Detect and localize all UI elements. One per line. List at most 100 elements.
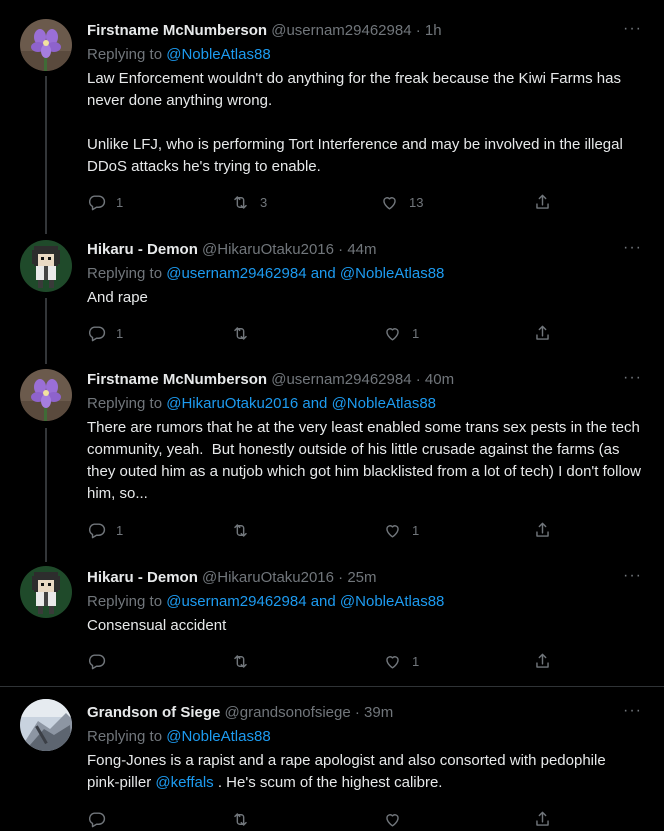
timestamp[interactable]: 39m xyxy=(364,704,393,721)
tweet-actions: 1 1 xyxy=(87,321,557,345)
like-button[interactable]: 1 xyxy=(383,518,419,542)
reply-button[interactable]: 1 xyxy=(87,518,123,542)
tweet-text: Consensual accident xyxy=(87,617,227,634)
replying-prefix: Replying to xyxy=(87,265,167,282)
tweet-text: There are rumors that he at the very lea… xyxy=(87,419,646,502)
mention-link[interactable]: @usernam29462984 xyxy=(166,265,306,282)
tweet[interactable]: Hikaru - Demon @HikaruOtaku2016 · 44m ··… xyxy=(0,230,664,360)
mention-link[interactable]: @NobleAtlas88 xyxy=(332,395,436,412)
share-icon xyxy=(536,194,549,209)
like-count: 1 xyxy=(412,325,420,341)
like-button[interactable]: 13 xyxy=(380,190,423,214)
tweet-text: Fong-Jones is a rapist and a rape apolog… xyxy=(87,750,642,794)
reply-count: 1 xyxy=(116,194,124,210)
replying-prefix: Replying to xyxy=(87,46,167,63)
heart-icon xyxy=(386,655,399,669)
reply-button[interactable]: 1 xyxy=(87,190,123,214)
mention-link[interactable]: @usernam29462984 xyxy=(166,593,306,610)
reply-count: 1 xyxy=(116,325,124,341)
reply-button[interactable]: 1 xyxy=(87,321,123,345)
heart-icon xyxy=(383,196,396,210)
reply-button[interactable] xyxy=(87,807,106,831)
avatar[interactable] xyxy=(20,19,72,71)
retweet-icon xyxy=(234,812,247,826)
tweet-actions xyxy=(87,807,557,831)
author-name[interactable]: Firstname McNumberson xyxy=(87,371,267,388)
reply-icon xyxy=(88,522,106,538)
mention-link[interactable]: @NobleAtlas88 xyxy=(340,265,444,282)
timestamp[interactable]: 1h xyxy=(425,22,442,39)
replying-and: and xyxy=(306,593,340,610)
retweet-button[interactable]: 3 xyxy=(231,190,267,214)
share-icon xyxy=(536,653,549,668)
heart-icon xyxy=(386,327,399,341)
tweet[interactable]: Firstname McNumberson @usernam29462984 ·… xyxy=(0,360,664,558)
more-options-icon[interactable]: ··· xyxy=(623,567,642,585)
author-name[interactable]: Hikaru - Demon xyxy=(87,241,198,258)
like-count: 1 xyxy=(412,653,420,669)
tweet-text: And rape xyxy=(87,289,148,306)
author-handle[interactable]: @usernam29462984 xyxy=(271,22,411,39)
author-handle[interactable]: @grandsonofsiege xyxy=(225,704,351,721)
replying-and: and xyxy=(306,265,340,282)
more-options-icon[interactable]: ··· xyxy=(623,239,642,257)
retweet-button[interactable] xyxy=(231,321,260,345)
mention-link[interactable]: @NobleAtlas88 xyxy=(166,728,270,745)
like-button[interactable] xyxy=(383,807,402,831)
retweet-button[interactable] xyxy=(231,649,260,673)
avatar[interactable] xyxy=(20,566,72,618)
replying-to: Replying to @HikaruOtaku2016 and @NobleA… xyxy=(87,394,642,414)
share-button[interactable] xyxy=(533,321,552,345)
avatar[interactable] xyxy=(20,240,72,292)
author-handle[interactable]: @usernam29462984 xyxy=(271,371,411,388)
like-button[interactable]: 1 xyxy=(383,649,419,673)
author-name[interactable]: Firstname McNumberson xyxy=(87,22,267,39)
share-button[interactable] xyxy=(533,518,552,542)
replying-prefix: Replying to xyxy=(87,728,167,745)
share-button[interactable] xyxy=(533,190,552,214)
mention-link[interactable]: @HikaruOtaku2016 xyxy=(166,395,298,412)
author-name[interactable]: Grandson of Siege xyxy=(87,704,220,721)
more-options-icon[interactable]: ··· xyxy=(623,369,642,387)
share-icon xyxy=(536,811,549,826)
reply-icon xyxy=(88,811,106,827)
share-icon xyxy=(536,325,549,340)
mention-link[interactable]: @NobleAtlas88 xyxy=(166,46,270,63)
tweet[interactable]: Grandson of Siege @grandsonofsiege · 39m… xyxy=(0,687,664,829)
replying-to: Replying to @NobleAtlas88 xyxy=(87,727,642,747)
reply-count: 1 xyxy=(116,522,124,538)
photo-avatar-image xyxy=(20,699,72,751)
more-options-icon[interactable]: ··· xyxy=(623,20,642,38)
timestamp[interactable]: 40m xyxy=(425,371,454,388)
share-button[interactable] xyxy=(533,807,552,831)
reply-icon xyxy=(88,194,106,210)
like-button[interactable]: 1 xyxy=(383,321,419,345)
author-name[interactable]: Hikaru - Demon xyxy=(87,569,198,586)
heart-icon xyxy=(386,524,399,538)
avatar[interactable] xyxy=(20,369,72,421)
timestamp[interactable]: 44m xyxy=(347,241,376,258)
tweet-text: Law Enforcement wouldn't do anything for… xyxy=(87,70,623,175)
mention-link[interactable]: @NobleAtlas88 xyxy=(340,593,444,610)
more-options-icon[interactable]: ··· xyxy=(623,702,642,720)
tweet-actions: 1 xyxy=(87,649,557,673)
timestamp[interactable]: 25m xyxy=(347,569,376,586)
tweet[interactable]: Hikaru - Demon @HikaruOtaku2016 · 25m ··… xyxy=(0,558,664,686)
reply-button[interactable] xyxy=(87,649,116,673)
replying-prefix: Replying to xyxy=(87,395,167,412)
avatar[interactable] xyxy=(20,699,72,751)
retweet-button[interactable] xyxy=(231,518,260,542)
retweet-icon xyxy=(234,195,247,209)
share-button[interactable] xyxy=(533,649,552,673)
author-handle[interactable]: @HikaruOtaku2016 xyxy=(202,569,334,586)
flower-avatar-image xyxy=(20,19,72,71)
retweet-button[interactable] xyxy=(231,807,250,831)
author-handle[interactable]: @HikaruOtaku2016 xyxy=(202,241,334,258)
flower-avatar-image xyxy=(20,369,72,421)
retweet-icon xyxy=(234,654,247,668)
separator-dot: · xyxy=(415,22,421,39)
tweet[interactable]: Firstname McNumberson @usernam29462984 ·… xyxy=(0,0,664,230)
like-count: 1 xyxy=(412,522,420,538)
separator-dot: · xyxy=(338,241,344,258)
mention-link[interactable]: @keffals xyxy=(155,774,213,791)
